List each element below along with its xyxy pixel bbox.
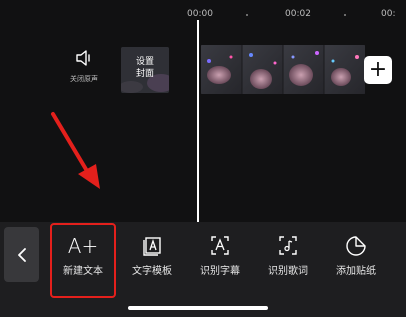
- cover-label-line2: 封面: [135, 69, 154, 79]
- set-cover-button[interactable]: 设置 封面: [121, 47, 169, 93]
- ruler-time-0: 00:00: [187, 9, 213, 19]
- ruler-tick: [246, 14, 248, 16]
- text-template-button[interactable]: 文字模板: [120, 233, 184, 277]
- ruler-time-4: 00:: [381, 9, 396, 19]
- video-clip[interactable]: [201, 45, 365, 94]
- playhead[interactable]: [197, 20, 199, 223]
- recognize-lyrics-label: 识别歌词: [268, 266, 308, 277]
- speaker-icon: [76, 50, 90, 66]
- ruler-tick: [344, 14, 346, 16]
- add-sticker-button[interactable]: 添加贴纸: [324, 233, 388, 277]
- recognize-lyrics-icon: [279, 236, 297, 255]
- ruler-time-2: 00:02: [285, 9, 311, 19]
- back-button[interactable]: [4, 227, 39, 282]
- add-sticker-label: 添加贴纸: [336, 266, 376, 277]
- home-indicator[interactable]: [128, 306, 268, 310]
- text-template-icon: [143, 237, 161, 256]
- annotation-highlight-box: [50, 223, 116, 298]
- cover-label-line1: 设置: [135, 57, 154, 67]
- chevron-left-icon: [17, 247, 26, 262]
- recognize-subtitle-icon: [211, 236, 229, 255]
- recognize-subtitles-label: 识别字幕: [200, 266, 240, 277]
- sticker-icon: [346, 236, 366, 256]
- add-clip-button[interactable]: +: [364, 56, 392, 84]
- annotation-arrow: [51, 112, 100, 189]
- text-template-label: 文字模板: [132, 266, 172, 277]
- plus-icon: +: [368, 57, 388, 82]
- mute-original-audio-label: 关闭原声: [70, 75, 98, 83]
- recognize-subtitles-button[interactable]: 识别字幕: [188, 233, 252, 277]
- recognize-lyrics-button[interactable]: 识别歌词: [256, 233, 320, 277]
- clip-thumbnails: [201, 45, 365, 94]
- mute-original-audio-button[interactable]: 关闭原声: [66, 50, 102, 84]
